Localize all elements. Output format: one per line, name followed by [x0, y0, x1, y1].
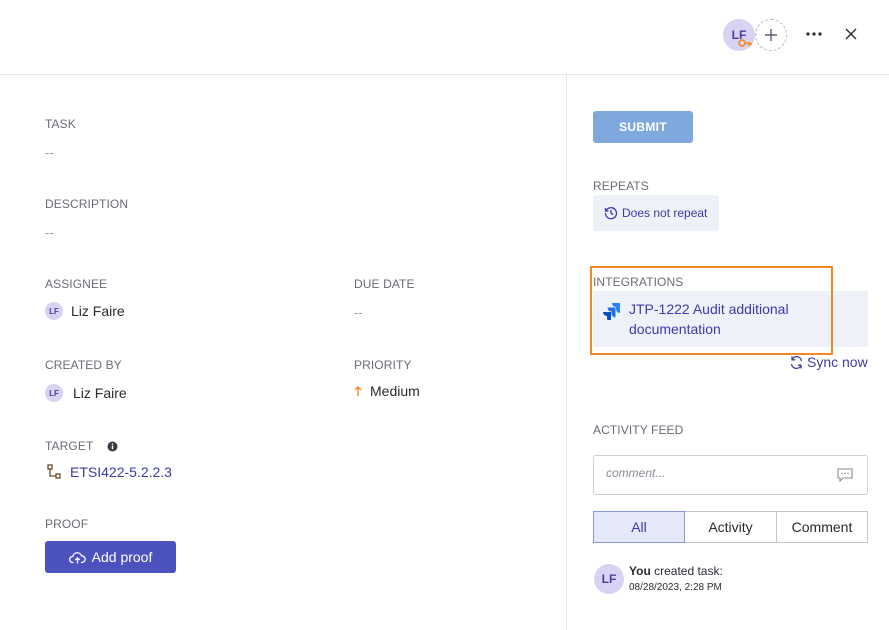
- plus-icon: [765, 29, 777, 41]
- submit-button[interactable]: SUBMIT: [593, 111, 693, 143]
- target-value[interactable]: ETSI422-5.2.2.3: [46, 464, 172, 480]
- feed-action: created task:: [650, 564, 723, 578]
- sync-now-button[interactable]: Sync now: [789, 354, 868, 370]
- tab-all[interactable]: All: [593, 511, 685, 543]
- creator-name: Liz Faire: [73, 385, 127, 401]
- repeats-label: REPEATS: [593, 179, 649, 193]
- panel-divider: [566, 75, 567, 630]
- description-value[interactable]: --: [45, 225, 54, 240]
- proof-label: PROOF: [45, 517, 89, 531]
- target-label-row: TARGET: [45, 439, 118, 453]
- due-date-label: DUE DATE: [354, 277, 415, 291]
- activity-tabs: All Activity Comment: [593, 511, 868, 543]
- target-label: TARGET: [45, 439, 94, 453]
- feed-actor: You: [629, 564, 651, 578]
- feed-entry-text: You created task:: [629, 564, 723, 578]
- close-icon: [845, 28, 857, 40]
- hierarchy-icon: [47, 464, 61, 479]
- priority-text: Medium: [370, 383, 420, 399]
- integration-highlight-box: [590, 266, 833, 355]
- created-by-value: LF Liz Faire: [45, 384, 127, 402]
- sync-icon: [790, 355, 803, 369]
- add-proof-label: Add proof: [91, 549, 153, 565]
- header-bar: LF: [0, 0, 889, 75]
- assignee-avatar: LF: [45, 302, 63, 320]
- priority-label: PRIORITY: [354, 358, 412, 372]
- due-date-value[interactable]: --: [354, 305, 363, 320]
- comment-placeholder: comment...: [606, 466, 666, 480]
- more-options-button[interactable]: [803, 22, 825, 46]
- tab-comment[interactable]: Comment: [777, 511, 868, 543]
- activity-feed-label: ACTIVITY FEED: [593, 423, 684, 437]
- cloud-upload-icon: [68, 551, 86, 563]
- assignee-label: ASSIGNEE: [45, 277, 108, 291]
- task-value[interactable]: --: [45, 145, 54, 160]
- comment-input[interactable]: comment...: [593, 455, 868, 495]
- tab-activity[interactable]: Activity: [685, 511, 777, 543]
- assignee-value[interactable]: LF Liz Faire: [45, 302, 125, 320]
- history-icon: [604, 207, 618, 220]
- task-label: TASK: [45, 117, 76, 131]
- priority-value[interactable]: Medium: [354, 383, 420, 399]
- repeat-value: Does not repeat: [622, 206, 708, 220]
- feed-avatar: LF: [594, 564, 624, 594]
- target-link[interactable]: ETSI422-5.2.2.3: [70, 464, 172, 480]
- close-button[interactable]: [840, 22, 862, 46]
- key-icon: [738, 35, 752, 53]
- sync-label: Sync now: [807, 354, 868, 370]
- add-proof-button[interactable]: Add proof: [45, 541, 176, 573]
- feed-timestamp: 08/28/2023, 2:28 PM: [629, 582, 722, 593]
- created-by-label: CREATED BY: [45, 358, 122, 372]
- repeat-selector[interactable]: Does not repeat: [593, 195, 719, 231]
- comment-icon: [837, 468, 853, 487]
- info-icon[interactable]: [107, 441, 118, 452]
- assignee-name: Liz Faire: [71, 303, 125, 319]
- creator-avatar: LF: [45, 384, 63, 402]
- ellipsis-icon: [806, 32, 822, 36]
- arrow-up-icon: [354, 386, 362, 396]
- description-label: DESCRIPTION: [45, 197, 129, 211]
- add-watcher-button[interactable]: [755, 19, 787, 51]
